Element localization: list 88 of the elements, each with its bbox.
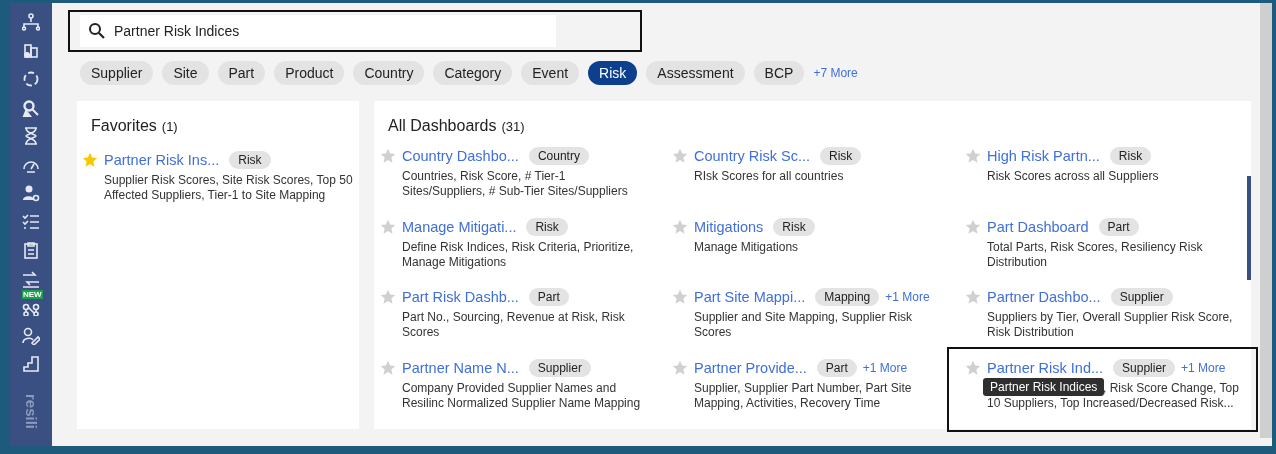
dashboard-link[interactable]: Part Dashboard [987, 218, 1089, 235]
star-icon[interactable] [672, 359, 688, 376]
checklist-icon[interactable] [22, 212, 40, 231]
dashboard-link[interactable]: Country Risk Sc... [694, 148, 811, 164]
dashboard-link[interactable]: Manage Mitigati... [402, 218, 517, 235]
filter-chip[interactable]: Risk [588, 61, 638, 85]
dashboard-link[interactable]: Partner Dashbo... [987, 289, 1101, 305]
filter-chip[interactable]: Supplier [80, 61, 154, 85]
category-tag: Risk [820, 147, 862, 165]
star-icon[interactable] [965, 148, 981, 164]
dashboard-description: RIsk Scores for all countries [694, 169, 845, 184]
user-edit-icon[interactable] [22, 326, 40, 345]
category-tag: Supplier [528, 358, 591, 377]
category-tag: Part [816, 358, 857, 377]
category-tag: Risk [229, 151, 271, 169]
category-tag: Supplier [1113, 358, 1176, 377]
category-tag: Part [1098, 217, 1139, 236]
scroll-thumb[interactable] [1247, 176, 1251, 280]
filter-chip[interactable]: Event [521, 61, 580, 85]
category-tag: Supplier [1110, 288, 1173, 306]
dashboard-description: Supplier Risk Scores, Site Risk Scores, Top 50 Affected Suppliers, Tier-1 to Site Mapping [104, 173, 354, 203]
dashboard-description: Suppliers by Tier, Overall Supplier Risk Score, Risk Distribution [987, 310, 1234, 340]
dashboard-description: Countries, Risk Score, # Tier-1 Sites/Suppliers, # Sub-Tier Sites/Suppliers [402, 169, 629, 199]
more-tags-link[interactable]: +1 More [862, 360, 908, 375]
category-tag: Country [528, 147, 589, 165]
new-badge: NEW [22, 290, 43, 299]
star-icon[interactable] [380, 148, 396, 164]
star-icon[interactable] [965, 289, 981, 305]
star-icon[interactable] [380, 289, 396, 305]
steps-icon[interactable] [22, 355, 40, 373]
dashboard-link[interactable]: Part Site Mappi... [694, 289, 806, 305]
dashboard-link[interactable]: Partner Provide... [694, 359, 807, 376]
star-icon[interactable] [380, 359, 396, 376]
dashboard-description: Manage Mitigations [694, 239, 800, 255]
dashboard-description: Company Provided Supplier Names and Resilinc Normalized Supplier Name Mapping [402, 380, 642, 411]
dashboard-description: 10 Suppliers, Top Increased/Decreased Risk... [987, 395, 1235, 411]
category-tag: Part [528, 288, 569, 306]
dashboard-link[interactable]: Part Risk Dashb... [402, 289, 519, 305]
favorites-count: (1) [161, 119, 178, 134]
dashboard-description: Supplier, Supplier Part Number, Part Site Mapping, Activities, Recovery Time [694, 380, 913, 411]
clipboard-icon[interactable] [22, 241, 40, 259]
dashboard-link[interactable]: Partner Risk Ins... [104, 152, 220, 168]
star-icon[interactable] [672, 148, 688, 164]
filter-chip[interactable]: Assessment [646, 61, 745, 85]
star-icon[interactable] [965, 359, 981, 376]
buildings-icon[interactable] [22, 41, 40, 60]
star-icon[interactable] [672, 289, 688, 305]
dashboard-description: , Risk Score Change, Top [1103, 380, 1240, 396]
filter-chip[interactable]: BCP [753, 61, 805, 85]
logo: resili [22, 393, 40, 429]
star-icon[interactable] [82, 152, 98, 168]
category-tag: Risk [1109, 147, 1152, 165]
category-tag: Risk [526, 217, 568, 236]
category-tag: Mapping [815, 288, 880, 306]
filter-chip[interactable]: Product [274, 61, 345, 85]
dashboard-description: Part No., Sourcing, Revenue at Risk, Risk Scores [402, 310, 626, 340]
filter-chip[interactable]: Category [433, 61, 513, 85]
dashboard-link[interactable]: High Risk Partn... [987, 148, 1100, 164]
cycle-icon[interactable] [22, 70, 40, 88]
panel-title: All Dashboards [388, 117, 497, 135]
more-tags-link[interactable]: +1 More [1181, 360, 1226, 375]
search-icon [88, 22, 106, 40]
transfer-icon[interactable] [22, 269, 40, 288]
dashboard-description: Define Risk Indices, Risk Criteria, Prioritize, Manage Mitigations [402, 239, 635, 270]
filter-chip[interactable]: Part [217, 61, 266, 85]
star-icon[interactable] [380, 218, 396, 235]
star-icon[interactable] [965, 218, 981, 235]
more-tags-link[interactable]: +1 More [885, 290, 930, 304]
magnifier-icon[interactable] [22, 98, 40, 117]
more-filters-link[interactable]: +7 More [813, 66, 858, 80]
dashboard-link[interactable]: Country Dashbo... [402, 148, 519, 164]
hourglass-icon[interactable] [22, 127, 40, 145]
dashboard-description: Risk Scores across all Suppliers [987, 169, 1160, 184]
scrollbar[interactable] [1260, 3, 1272, 438]
search-field[interactable]: Partner Risk Indices [80, 15, 556, 47]
dashboard-description: Total Parts, Risk Scores, Resiliency Risk Distribution [987, 239, 1204, 270]
category-tag: Risk [773, 217, 815, 236]
filter-chip[interactable]: Country [353, 61, 425, 85]
panel-title: Favorites [91, 117, 157, 135]
dashboards-count: (31) [501, 119, 525, 134]
hierarchy-icon[interactable] [22, 13, 40, 31]
filter-chip[interactable]: Site [162, 61, 209, 85]
dashboard-link[interactable]: Partner Name N... [402, 359, 519, 376]
star-icon[interactable] [672, 218, 688, 235]
dashboard-link[interactable]: Mitigations [694, 218, 764, 235]
user-gear-icon[interactable] [22, 184, 40, 202]
dashboard-description: Supplier and Site Mapping, Supplier Risk Scores [694, 310, 914, 340]
dashboard-link[interactable]: Partner Risk Ind... [987, 359, 1104, 376]
